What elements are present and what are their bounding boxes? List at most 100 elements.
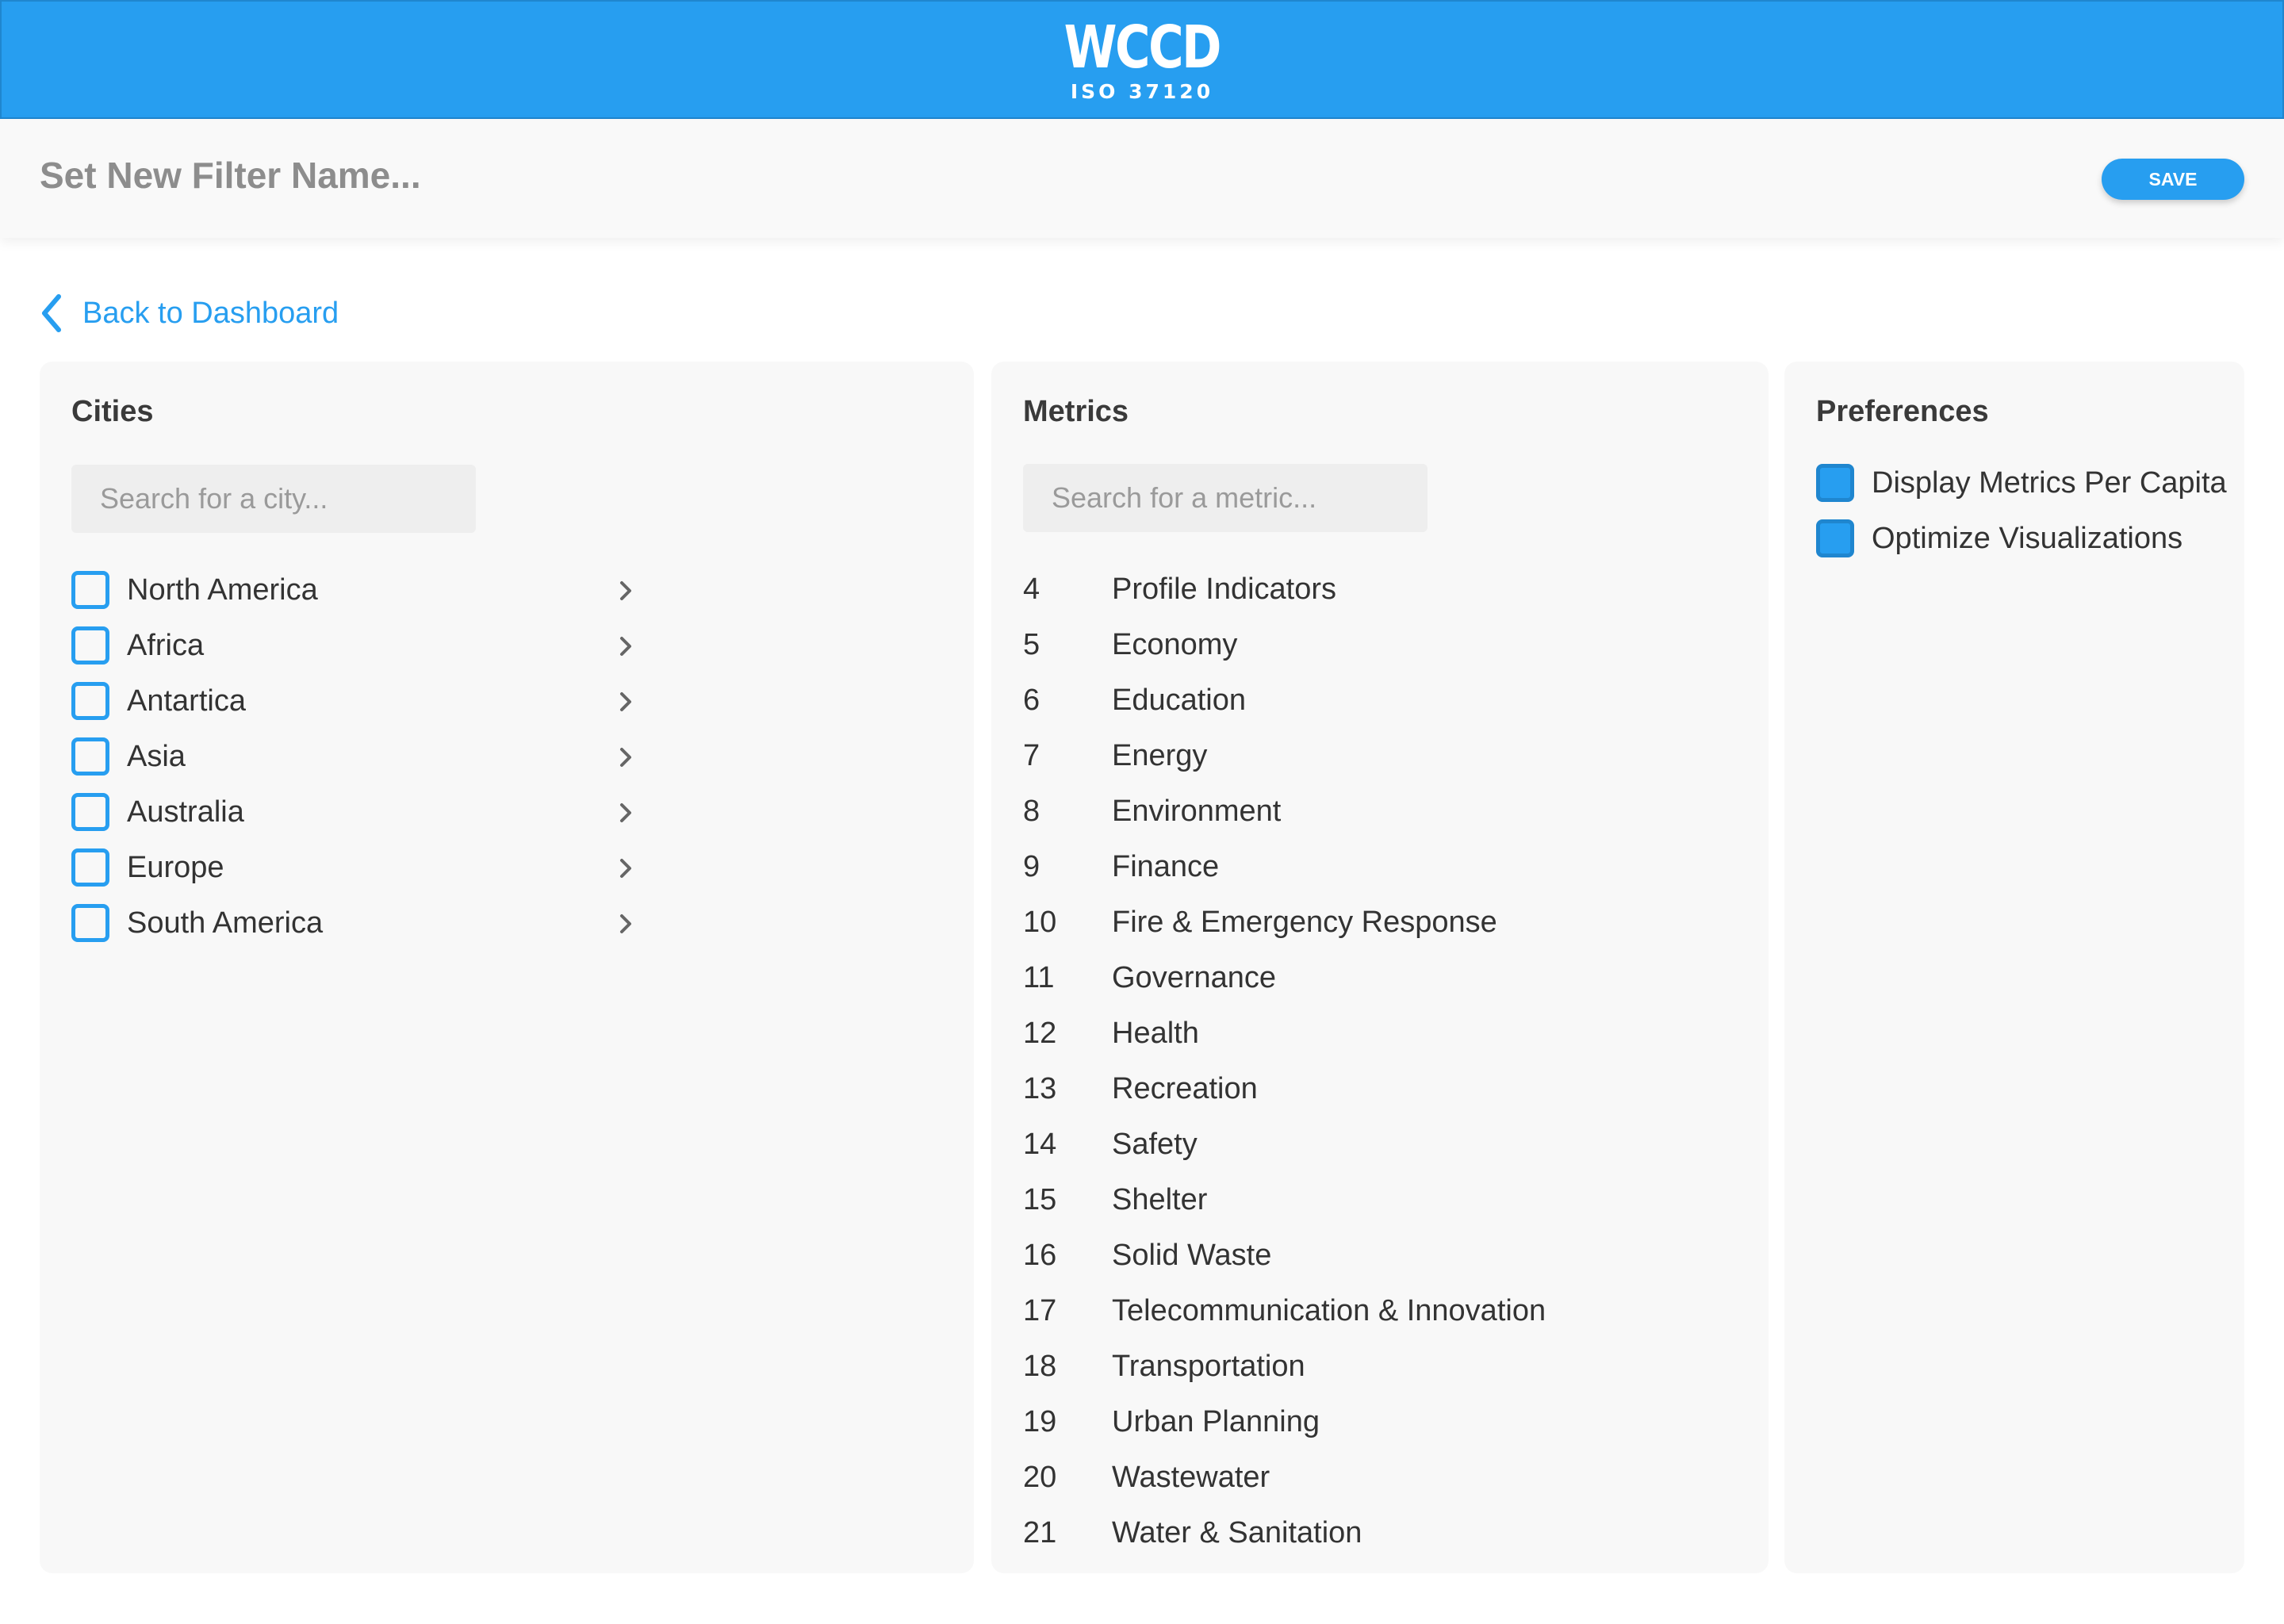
region-item[interactable]: North America (71, 562, 631, 618)
metric-label: Profile Indicators (1112, 572, 1337, 606)
preference-label: Optimize Visualizations (1872, 521, 2183, 555)
filter-name-field[interactable]: Set New Filter Name... (40, 154, 421, 197)
region-checkbox[interactable] (71, 682, 109, 720)
preference-item[interactable]: Optimize Visualizations (1816, 511, 2227, 566)
metric-label: Safety (1112, 1127, 1198, 1161)
metric-label: Transportation (1112, 1349, 1305, 1383)
metric-label: Education (1112, 683, 1247, 717)
metric-label: Wastewater (1112, 1460, 1270, 1494)
metric-list: 4 Profile Indicators 5 Economy 6 Education 7 En… (1023, 561, 1737, 1561)
region-list: North America Africa Antartica Asia Australi… (71, 562, 631, 951)
region-label: South America (127, 906, 324, 940)
metric-item[interactable]: 21 Water & Sanitation (1023, 1505, 1737, 1561)
metric-number: 11 (1023, 960, 1055, 994)
metric-item[interactable]: 15 Shelter (1023, 1172, 1737, 1228)
filter-header: Set New Filter Name... SAVE (0, 119, 2284, 238)
chevron-right-icon[interactable] (619, 913, 633, 935)
brand-subtitle: ISO 37120 (1070, 79, 1214, 103)
metric-item[interactable]: 8 Environment (1023, 783, 1737, 839)
region-label: Asia (127, 739, 186, 773)
metric-number: 7 (1023, 738, 1040, 772)
metric-item[interactable]: 14 Safety (1023, 1116, 1737, 1172)
metric-number: 10 (1023, 905, 1057, 939)
chevron-right-icon[interactable] (619, 802, 633, 824)
preference-checkbox[interactable] (1816, 464, 1854, 502)
wccd-logo: WCCD ISO 37120 (1047, 18, 1237, 102)
metric-item[interactable]: 13 Recreation (1023, 1061, 1737, 1116)
metric-label: Solid Waste (1112, 1238, 1272, 1272)
chevron-right-icon[interactable] (619, 746, 633, 768)
preferences-panel: Preferences Display Metrics Per Capita Op… (1784, 362, 2244, 1573)
metrics-title: Metrics (1023, 395, 1129, 428)
metric-item[interactable]: 7 Energy (1023, 728, 1737, 783)
metric-label: Urban Planning (1112, 1404, 1320, 1438)
metric-number: 14 (1023, 1127, 1057, 1161)
metric-number: 12 (1023, 1016, 1057, 1050)
city-search-input[interactable] (71, 465, 476, 533)
metric-item[interactable]: 18 Transportation (1023, 1339, 1737, 1394)
metric-number: 13 (1023, 1071, 1057, 1105)
metric-item[interactable]: 9 Finance (1023, 839, 1737, 894)
metric-number: 9 (1023, 849, 1040, 883)
chevron-right-icon[interactable] (619, 635, 633, 657)
metric-label: Finance (1112, 849, 1220, 883)
chevron-right-icon[interactable] (619, 857, 633, 879)
region-checkbox[interactable] (71, 737, 109, 776)
region-label: Europe (127, 850, 224, 884)
metric-number: 5 (1023, 627, 1040, 661)
metric-item[interactable]: 5 Economy (1023, 617, 1737, 672)
back-label: Back to Dashboard (82, 296, 339, 330)
region-item[interactable]: Australia (71, 784, 631, 840)
region-checkbox[interactable] (71, 571, 109, 609)
metric-number: 19 (1023, 1404, 1057, 1438)
metric-item[interactable]: 20 Wastewater (1023, 1450, 1737, 1505)
region-item[interactable]: Africa (71, 618, 631, 673)
region-checkbox[interactable] (71, 793, 109, 831)
metric-item[interactable]: 16 Solid Waste (1023, 1228, 1737, 1283)
region-label: Australia (127, 795, 244, 829)
metric-number: 17 (1023, 1293, 1057, 1327)
region-label: Africa (127, 628, 205, 662)
brand-bar: WCCD ISO 37120 (0, 0, 2284, 119)
chevron-right-icon[interactable] (619, 691, 633, 713)
metric-number: 15 (1023, 1182, 1057, 1216)
metric-number: 8 (1023, 794, 1040, 828)
metric-item[interactable]: 6 Education (1023, 672, 1737, 728)
region-checkbox[interactable] (71, 904, 109, 942)
metric-label: Governance (1112, 960, 1277, 994)
region-item[interactable]: South America (71, 895, 631, 951)
preference-item[interactable]: Display Metrics Per Capita (1816, 455, 2227, 511)
region-checkbox[interactable] (71, 848, 109, 887)
metric-number: 16 (1023, 1238, 1057, 1272)
metric-item[interactable]: 12 Health (1023, 1005, 1737, 1061)
metric-number: 20 (1023, 1460, 1057, 1494)
metric-item[interactable]: 19 Urban Planning (1023, 1394, 1737, 1450)
region-item[interactable]: Antartica (71, 673, 631, 729)
metric-label: Environment (1112, 794, 1282, 828)
metric-item[interactable]: 10 Fire & Emergency Response (1023, 894, 1737, 950)
metric-item[interactable]: 11 Governance (1023, 950, 1737, 1005)
back-to-dashboard-link[interactable]: Back to Dashboard (40, 293, 339, 333)
metric-search-input[interactable] (1023, 464, 1428, 532)
metric-item[interactable]: 17 Telecommunication & Innovation (1023, 1283, 1737, 1339)
metric-number: 4 (1023, 572, 1040, 606)
metric-label: Energy (1112, 738, 1208, 772)
metric-item[interactable]: 4 Profile Indicators (1023, 561, 1737, 617)
chevron-right-icon[interactable] (619, 580, 633, 602)
region-label: North America (127, 573, 318, 607)
preference-checkbox[interactable] (1816, 519, 1854, 557)
metric-label: Shelter (1112, 1182, 1208, 1216)
save-button[interactable]: SAVE (2102, 159, 2244, 200)
region-checkbox[interactable] (71, 626, 109, 665)
metrics-panel: Metrics 4 Profile Indicators 5 Economy 6 Educ… (991, 362, 1769, 1573)
region-item[interactable]: Europe (71, 840, 631, 895)
metric-label: Water & Sanitation (1112, 1515, 1362, 1549)
preference-list: Display Metrics Per Capita Optimize Visua… (1816, 455, 2227, 566)
region-item[interactable]: Asia (71, 729, 631, 784)
metric-label: Recreation (1112, 1071, 1258, 1105)
metric-number: 21 (1023, 1515, 1057, 1549)
metric-number: 18 (1023, 1349, 1057, 1383)
cities-panel: Cities North America Africa Antartica Asia A… (40, 362, 974, 1573)
preferences-title: Preferences (1816, 395, 1989, 428)
chevron-left-icon (42, 294, 61, 332)
